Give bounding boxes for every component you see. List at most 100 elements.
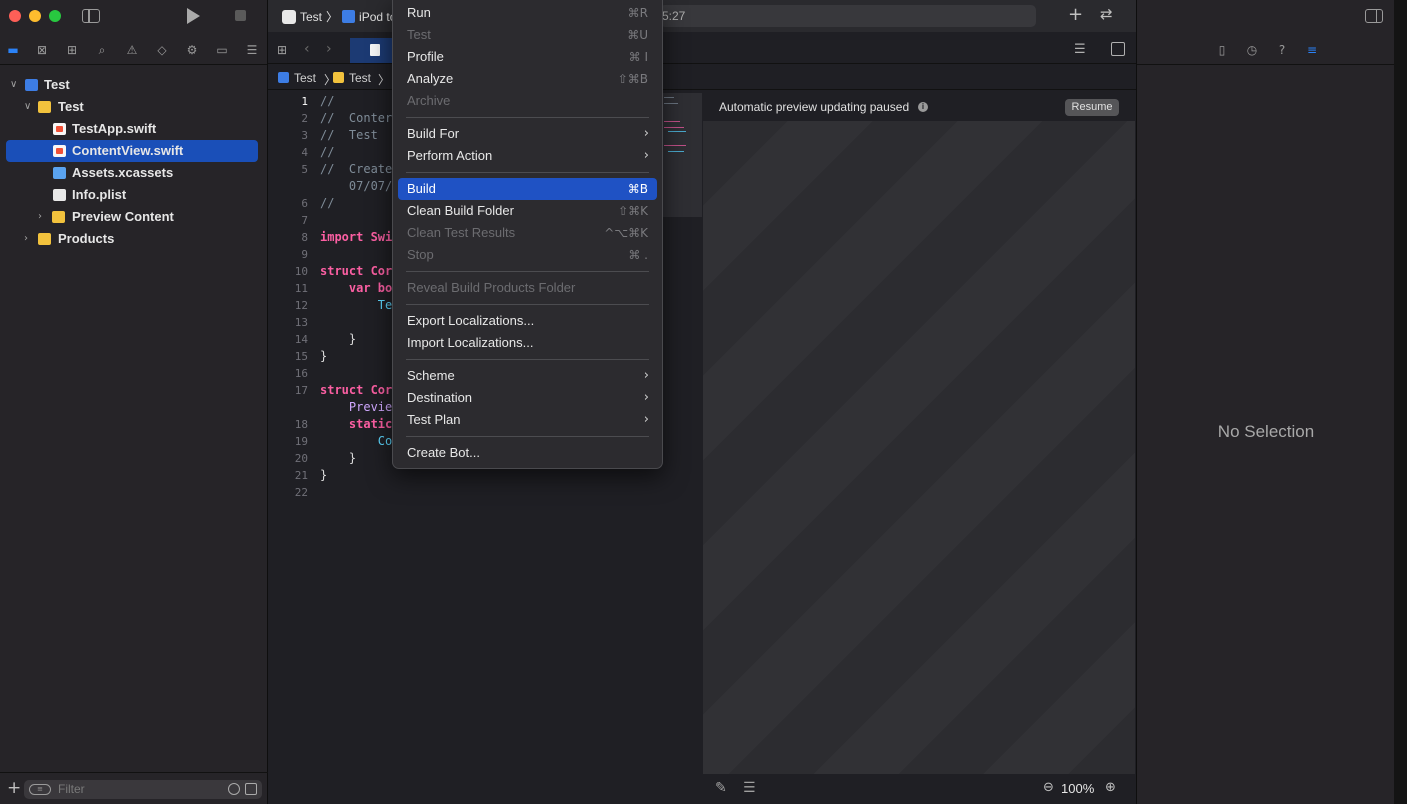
preview-canvas[interactable] <box>703 121 1135 774</box>
variants-icon[interactable]: ☰ <box>743 780 756 796</box>
resume-button[interactable]: Resume <box>1065 99 1119 116</box>
line-number: 2 <box>301 112 308 125</box>
tree-item-file-selected[interactable]: ContentView.swift <box>6 140 258 162</box>
menu-item-test-plan[interactable]: Test Plan › <box>398 409 657 431</box>
jump-bar-folder[interactable]: Test <box>333 71 371 85</box>
zoom-window-button[interactable] <box>49 10 61 22</box>
split-editor-icon[interactable] <box>1111 42 1125 56</box>
test-icon[interactable]: ◇ <box>154 42 170 58</box>
inspector-toggle-icon[interactable] <box>1365 9 1383 23</box>
sidebar-toggle-icon[interactable] <box>82 9 100 23</box>
minimap-line <box>664 97 674 98</box>
symbol-icon[interactable]: ⊞ <box>64 42 80 58</box>
menu-item-label: Run <box>407 5 431 20</box>
related-items-icon[interactable]: ⊞ <box>277 43 287 57</box>
tree-item-folder[interactable]: ∨ Test <box>0 96 268 118</box>
tree-item-folder[interactable]: › Preview Content <box>0 206 268 228</box>
back-arrow-icon[interactable]: ‹ <box>304 41 310 57</box>
run-icon[interactable] <box>187 8 200 24</box>
close-window-button[interactable] <box>9 10 21 22</box>
file-inspector-icon[interactable]: ▯ <box>1214 42 1230 58</box>
menu-item-build[interactable]: Build ⌘B <box>398 178 657 200</box>
tree-item-project[interactable]: ∨ Test <box>0 74 268 96</box>
editor-tab-active[interactable] <box>350 38 392 63</box>
menu-item-perform-action[interactable]: Perform Action › <box>398 145 657 167</box>
editor-options-icon[interactable]: ☰ <box>1074 42 1086 57</box>
stop-icon[interactable] <box>235 10 246 21</box>
recent-files-icon[interactable] <box>228 783 240 795</box>
chevron-right-icon[interactable]: › <box>24 228 34 250</box>
swift-file-icon <box>53 123 66 135</box>
breakpoint-icon[interactable]: ▭ <box>214 42 230 58</box>
line-number: 3 <box>301 129 308 142</box>
menu-item-shortcut: ⌘ I <box>628 50 648 64</box>
chevron-right-icon[interactable]: › <box>38 206 48 228</box>
tree-item-file[interactable]: TestApp.swift <box>0 118 268 140</box>
report-icon[interactable]: ☰ <box>244 42 260 58</box>
help-inspector-icon[interactable]: ? <box>1274 42 1290 58</box>
jump-bar-label: Test <box>294 71 317 85</box>
folder-icon[interactable]: ▬ <box>5 42 21 58</box>
menu-item-destination[interactable]: Destination › <box>398 387 657 409</box>
menu-item-export-localizations[interactable]: Export Localizations... <box>398 310 657 332</box>
chevron-down-icon[interactable]: ∨ <box>10 74 20 96</box>
tree-item-folder[interactable]: › Products <box>0 228 268 250</box>
code-text: // Create <box>320 162 393 176</box>
plist-file-icon <box>53 189 66 201</box>
pin-icon[interactable]: ✎ <box>715 780 727 796</box>
code-line: 20 } <box>268 450 390 467</box>
forward-arrow-icon[interactable]: › <box>326 41 332 57</box>
preview-status: Automatic preview updating paused <box>719 100 910 114</box>
library-add-icon[interactable]: + <box>1068 4 1083 25</box>
info-icon[interactable]: i <box>918 102 928 112</box>
scheme-selector[interactable]: Test 〉 iPod to <box>282 8 396 25</box>
history-inspector-icon[interactable]: ◷ <box>1244 42 1260 58</box>
product-menu: Run ⌘R Test ⌘U Profile ⌘ I Analyze ⇧⌘B Archi… <box>392 0 663 469</box>
filter-input[interactable]: ≡ Filter <box>24 780 262 799</box>
code-text: } <box>320 451 357 465</box>
folder-icon <box>38 233 51 245</box>
minimize-window-button[interactable] <box>29 10 41 22</box>
issue-icon[interactable]: ⚠ <box>124 42 140 58</box>
filter-icon[interactable]: ≡ <box>29 784 51 795</box>
search-icon[interactable]: ⌕ <box>94 42 110 58</box>
tree-item-file[interactable]: Assets.xcassets <box>0 162 268 184</box>
menu-separator <box>406 304 649 305</box>
tree-item-file[interactable]: Info.plist <box>0 184 268 206</box>
minimap[interactable] <box>662 93 702 217</box>
tree-item-label: Preview Content <box>72 209 174 224</box>
menu-item-analyze[interactable]: Analyze ⇧⌘B <box>398 68 657 90</box>
zoom-level[interactable]: 100% <box>1061 781 1094 796</box>
menu-item-shortcut: ⌘U <box>627 28 648 42</box>
code-text: Co <box>320 434 393 448</box>
tree-item-label: Products <box>58 231 115 246</box>
menu-item-scheme[interactable]: Scheme › <box>398 365 657 387</box>
scope-icon[interactable] <box>245 783 257 795</box>
menu-item-import-localizations[interactable]: Import Localizations... <box>398 332 657 354</box>
line-number: 10 <box>294 265 308 278</box>
code-review-icon[interactable]: ⇄ <box>1100 5 1113 23</box>
code-text: Previe <box>320 400 393 414</box>
chevron-down-icon[interactable]: ∨ <box>24 96 34 118</box>
add-icon[interactable]: + <box>7 778 21 798</box>
code-line: 11 var bo <box>268 280 393 297</box>
menu-item-label: Profile <box>407 49 444 64</box>
debug-icon[interactable]: ⚙ <box>184 42 200 58</box>
zoom-out-icon[interactable]: ⊖ <box>1043 780 1054 795</box>
source-editor[interactable]: 1 // 2 // Conter 3 // Test 4 // 5 // Create 0… <box>268 93 393 501</box>
jump-bar-project[interactable]: Test <box>278 71 316 85</box>
attributes-inspector-icon[interactable]: ≡ <box>1304 42 1320 58</box>
menu-item-profile[interactable]: Profile ⌘ I <box>398 46 657 68</box>
swift-file-icon <box>53 145 66 157</box>
zoom-in-icon[interactable]: ⊕ <box>1105 780 1116 795</box>
menu-separator <box>406 271 649 272</box>
menu-item-build-for[interactable]: Build For › <box>398 123 657 145</box>
menu-item-run[interactable]: Run ⌘R <box>398 2 657 24</box>
project-icon <box>278 72 289 83</box>
code-line: 15} <box>268 348 390 365</box>
menu-item-create-bot[interactable]: Create Bot... <box>398 442 657 464</box>
code-line: 6 // <box>268 195 390 212</box>
code-line: 19 Co <box>268 433 393 450</box>
menu-item-clean-build-folder[interactable]: Clean Build Folder ⇧⌘K <box>398 200 657 222</box>
source-control-icon[interactable]: ⊠ <box>34 42 50 58</box>
